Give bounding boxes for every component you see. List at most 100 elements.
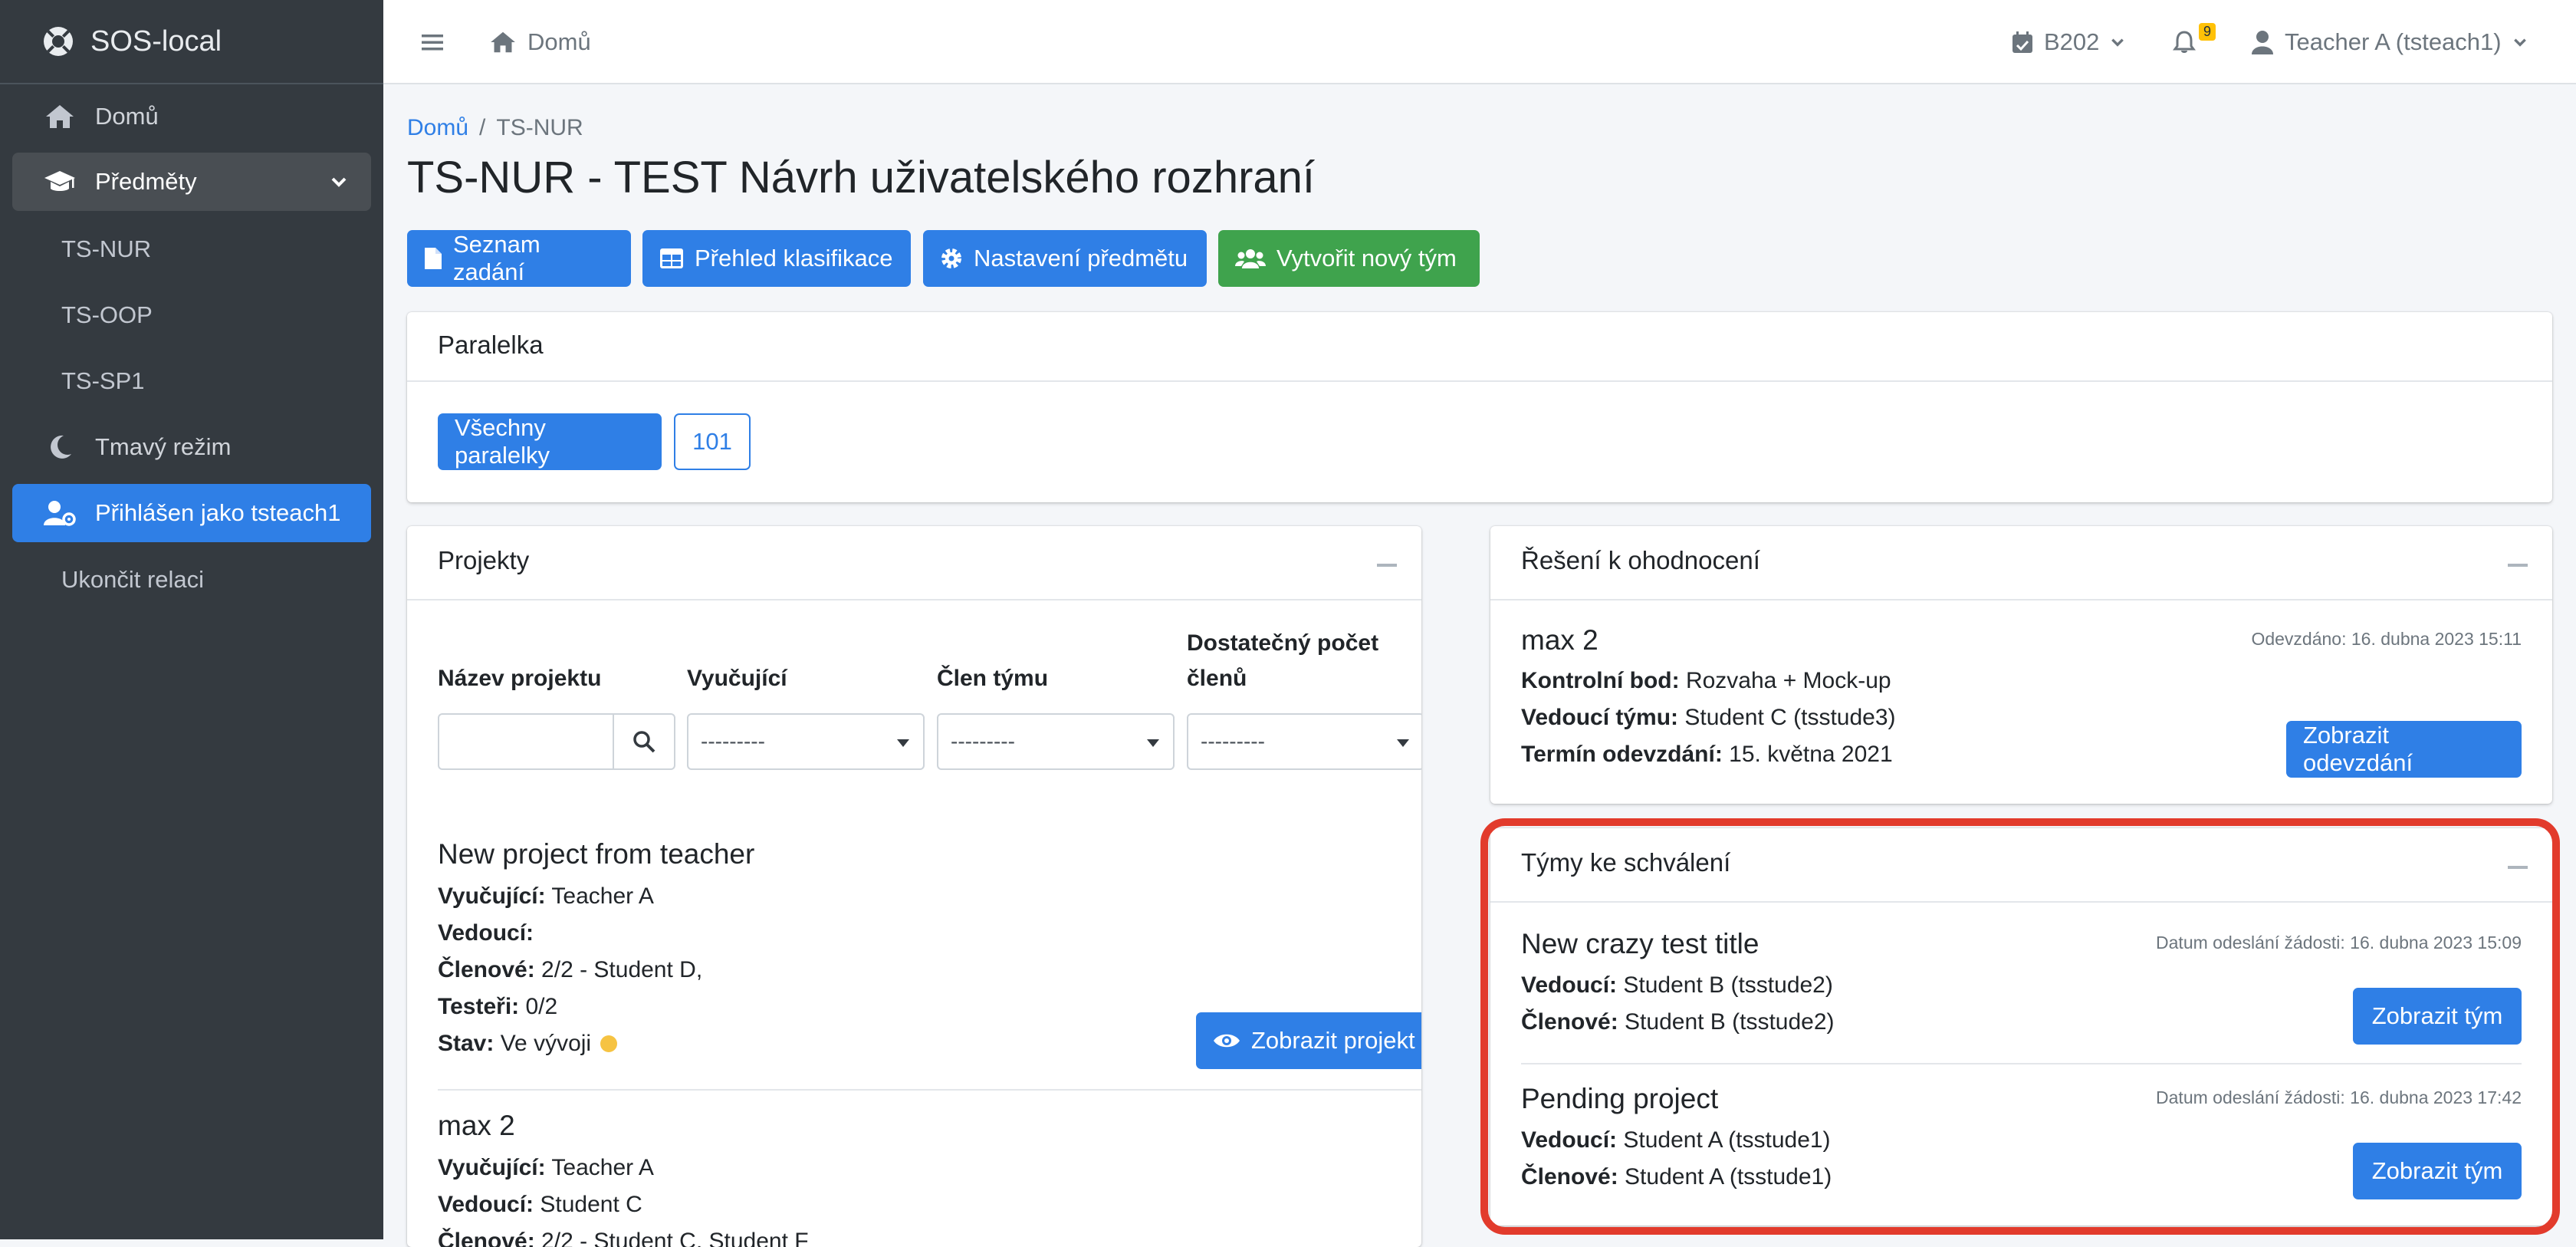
sidebar-item-label: TS-NUR xyxy=(61,235,152,262)
enough-members-select[interactable]: --------- xyxy=(1187,713,1421,770)
parallel-101-button[interactable]: 101 xyxy=(674,413,751,470)
moon-icon xyxy=(43,433,77,461)
all-parallels-label: Všechny paralelky xyxy=(455,414,550,469)
sidebar-item-subjects[interactable]: Předměty xyxy=(12,153,371,211)
project-title: New project from teacher xyxy=(438,838,755,870)
brand-name: SOS-local xyxy=(90,25,222,58)
card-header: Projekty xyxy=(407,526,1421,600)
brand[interactable]: SOS-local xyxy=(0,0,383,84)
collapse-icon[interactable] xyxy=(2508,866,2528,869)
topnav-home-link[interactable]: Domů xyxy=(489,0,591,84)
team-title: Pending project xyxy=(1521,1083,1719,1114)
view-team-label: Zobrazit tým xyxy=(2371,1002,2503,1029)
table-icon xyxy=(659,248,684,269)
filter-enough-label-1: Dostatečný počet xyxy=(1187,630,1379,656)
sidebar-item-ts-oop[interactable]: TS-OOP xyxy=(12,288,371,342)
sidebar-item-ts-sp1[interactable]: TS-SP1 xyxy=(12,354,371,408)
view-project-button[interactable]: Zobrazit projekt xyxy=(1196,1012,1421,1069)
request-date: Datum odeslání žádosti: 16. dubna 2023 1… xyxy=(2156,933,2522,953)
field-label: Vyučující: xyxy=(438,1155,546,1180)
task-list-button[interactable]: Seznam zadání xyxy=(407,230,631,287)
field-label: Vedoucí týmu: xyxy=(1521,705,1679,730)
search-button[interactable] xyxy=(613,713,675,770)
teacher-select[interactable]: --------- xyxy=(687,713,925,770)
sidebar-item-label: Domů xyxy=(95,103,159,130)
dropdown-arrow-icon xyxy=(1397,739,1409,747)
project-members: Členové: 2/2 - Student C, Student F xyxy=(438,1229,809,1247)
subject-settings-button[interactable]: Nastavení předmětu xyxy=(923,230,1207,287)
field-value: Student C (tsstude3) xyxy=(1684,705,1896,730)
page-title: TS-NUR - TEST Návrh uživatelského rozhra… xyxy=(407,153,1316,202)
field-label: Vedoucí: xyxy=(1521,1127,1618,1153)
view-submission-button[interactable]: Zobrazit odevzdání xyxy=(2286,721,2522,778)
project-name-search-input[interactable] xyxy=(438,713,614,770)
field-label: Členové: xyxy=(1521,1009,1618,1035)
hamburger-icon xyxy=(420,31,445,53)
field-value: Teacher A xyxy=(551,1155,654,1180)
calendar-check-icon xyxy=(2012,31,2033,54)
solutions-card: Řešení k ohodnocení max 2 Odevzdáno: 16.… xyxy=(1490,526,2552,804)
member-select-value: --------- xyxy=(951,729,1015,753)
grades-overview-label: Přehled klasifikace xyxy=(695,245,893,271)
card-header: Řešení k ohodnocení xyxy=(1490,526,2552,600)
project-title: max 2 xyxy=(438,1110,515,1141)
field-value: Student A (tsstude1) xyxy=(1623,1127,1831,1153)
solution-deadline: Termín odevzdání: 15. května 2021 xyxy=(1521,742,1893,768)
dropdown-arrow-icon xyxy=(897,739,909,747)
bell-icon xyxy=(2173,30,2196,54)
graduation-cap-icon xyxy=(43,168,77,196)
field-value: Student C xyxy=(540,1192,642,1217)
view-team-button[interactable]: Zobrazit tým xyxy=(2353,988,2522,1045)
filter-teacher-label: Vyučující xyxy=(687,666,787,691)
breadcrumb-home[interactable]: Domů xyxy=(407,115,468,141)
sidebar-item-label: Ukončit relaci xyxy=(61,566,205,593)
teams-approval-card: Týmy ke schválení New crazy test title D… xyxy=(1490,828,2552,1226)
sidebar-item-dark-mode[interactable]: Tmavý režim xyxy=(12,418,371,476)
team-leader: Vedoucí: Student B (tsstude2) xyxy=(1521,972,1833,999)
notifications-button[interactable]: 9 xyxy=(2173,0,2216,84)
solution-checkpoint: Kontrolní bod: Rozvaha + Mock-up xyxy=(1521,668,1891,694)
project-members: Členové: 2/2 - Student D, xyxy=(438,957,702,983)
sidebar-item-home[interactable]: Domů xyxy=(12,87,371,146)
field-label: Vyučující: xyxy=(438,883,546,909)
filter-name-label: Název projektu xyxy=(438,666,602,691)
member-select[interactable]: --------- xyxy=(937,713,1175,770)
sidebar-item-logged-in[interactable]: Přihlášen jako tsteach1 xyxy=(12,484,371,542)
user-menu[interactable]: Teacher A (tsteach1) xyxy=(2251,0,2528,84)
sidebar-item-label: Přihlášen jako tsteach1 xyxy=(95,499,341,526)
create-team-button[interactable]: Vytvořit nový tým xyxy=(1218,230,1480,287)
field-value: Student B (tsstude2) xyxy=(1623,972,1833,998)
card-title: Projekty xyxy=(438,546,530,574)
create-team-label: Vytvořit nový tým xyxy=(1276,245,1457,271)
room-dropdown[interactable]: B202 xyxy=(2012,0,2125,84)
breadcrumb-separator: / xyxy=(479,115,486,140)
request-date: Datum odeslání žádosti: 16. dubna 2023 1… xyxy=(2156,1087,2522,1107)
project-testers: Testeři: 0/2 xyxy=(438,994,557,1020)
sidebar-item-ts-nur[interactable]: TS-NUR xyxy=(12,222,371,276)
top-navbar: Domů B202 9 Teacher A (tsteach1) xyxy=(383,0,2576,84)
field-value: 0/2 xyxy=(525,994,558,1019)
all-parallels-button[interactable]: Všechny paralelky xyxy=(438,413,662,470)
user-name: Teacher A (tsteach1) xyxy=(2285,28,2502,55)
view-submission-label: Zobrazit odevzdání xyxy=(2303,722,2413,776)
room-label: B202 xyxy=(2044,28,2100,55)
search-icon xyxy=(632,730,656,753)
notifications-badge: 9 xyxy=(2199,23,2216,41)
file-icon xyxy=(424,247,442,270)
solution-title: max 2 xyxy=(1521,624,1598,656)
card-title: Řešení k ohodnocení xyxy=(1521,546,1760,574)
collapse-icon[interactable] xyxy=(2508,564,2528,567)
chevron-down-icon xyxy=(2512,35,2528,50)
grades-overview-button[interactable]: Přehled klasifikace xyxy=(642,230,911,287)
view-team-button[interactable]: Zobrazit tým xyxy=(2353,1143,2522,1199)
collapse-icon[interactable] xyxy=(1377,564,1397,567)
field-label: Vedoucí: xyxy=(438,1192,534,1217)
card-header: Paralelka xyxy=(407,312,2552,382)
filter-member-label: Člen týmu xyxy=(937,666,1049,691)
sidebar-item-logout[interactable]: Ukončit relaci xyxy=(12,553,371,607)
user-icon xyxy=(2251,30,2274,54)
menu-toggle-button[interactable] xyxy=(420,0,445,84)
project-teacher: Vyučující: Teacher A xyxy=(438,1155,654,1181)
field-value: Student A (tsstude1) xyxy=(1625,1164,1832,1189)
field-label: Termín odevzdání: xyxy=(1521,742,1723,767)
